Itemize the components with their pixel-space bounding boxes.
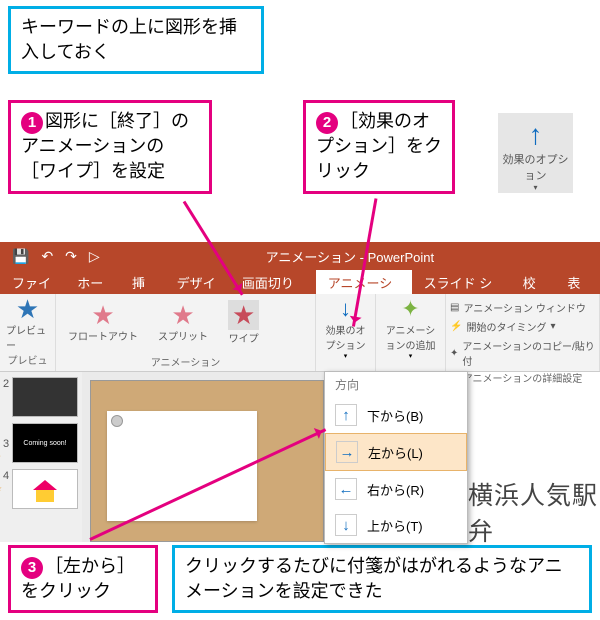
arrow-down-icon: ↓ (335, 514, 357, 536)
effect-options-button[interactable]: ↓ 効果のオプション ▾ (316, 294, 376, 371)
sticky-note-shape[interactable] (107, 411, 257, 521)
callout-step3: 3［左から］をクリック (8, 545, 158, 613)
trigger-icon: ⚡ (450, 321, 462, 332)
callout-insert-shape: キーワードの上に図形を挿入しておく (8, 6, 264, 74)
effect-options-large-button[interactable]: ↑ 効果のオプション ▾ (498, 113, 573, 193)
preview-icon[interactable]: ★ (16, 296, 39, 322)
slide-thumb-3[interactable]: 3★Coming soon! (12, 423, 78, 463)
save-icon[interactable]: 💾 (12, 248, 29, 265)
slide-thumbnails: 2 3★Coming soon! 4★ (0, 372, 82, 542)
effect-options-label: 効果のオプション (322, 322, 369, 352)
add-animation-label: アニメーションの追加 (382, 322, 439, 352)
pin-icon (111, 415, 123, 427)
arrow-left-icon: ← (335, 478, 357, 500)
step-number-2: 2 (316, 112, 338, 134)
group-label: アニメーションの詳細設定 (450, 370, 595, 385)
anim-split[interactable]: ★スプリット (158, 302, 208, 343)
callout-text: キーワードの上に図形を挿入しておく (21, 17, 237, 62)
anim-floatout[interactable]: ★フロートアウト (68, 302, 138, 343)
tab-design[interactable]: デザイン (165, 270, 230, 294)
dropdown-header: 方向 (325, 372, 467, 397)
step-number-3: 3 (21, 557, 43, 579)
callout-text: 図形に［終了］のアニメーションの［ワイプ］を設定 (21, 111, 189, 181)
dropdown-icon: ▾ (498, 183, 573, 192)
callout-step2: 2［効果のオプション］をクリック (303, 100, 455, 194)
callout-text: クリックするたびに付箋がはがれるようなアニメーションを設定できた (185, 556, 563, 601)
anim-wipe[interactable]: ★ワイプ (228, 300, 259, 345)
undo-icon[interactable]: ↶ (41, 248, 53, 265)
step-number-1: 1 (21, 112, 43, 134)
arrow-up-icon: ↑ (335, 404, 357, 426)
ribbon: ★ プレビュー プレビュー ★フロートアウト ★スプリット ★ワイプ アニメーシ… (0, 294, 600, 372)
arrow-right-icon: → (336, 441, 358, 463)
direction-from-top[interactable]: ↓上から(T) (325, 507, 467, 543)
tab-file[interactable]: ファイル (0, 270, 65, 294)
pane-icon: ▤ (450, 302, 459, 313)
direction-from-right[interactable]: ←右から(R) (325, 471, 467, 507)
quick-access-toolbar: 💾 ↶ ↷ ▷ (0, 248, 100, 265)
trigger-button[interactable]: ⚡開始のタイミング ▾ (450, 319, 595, 334)
preview-label: プレビュー (6, 322, 49, 352)
tab-home[interactable]: ホーム (65, 270, 120, 294)
ribbon-tabs: ファイル ホーム 挿入 デザイン 画面切り替え アニメーション スライド ショー… (0, 270, 600, 294)
titlebar: 💾 ↶ ↷ ▷ アニメーション - PowerPoint (0, 242, 600, 270)
group-label: アニメーション (62, 354, 309, 369)
slide-text: 横浜人気駅弁 (468, 476, 600, 548)
dropdown-icon: ▾ (409, 352, 413, 360)
effect-options-label: 効果のオプション (498, 151, 573, 183)
slide-canvas[interactable] (90, 380, 324, 542)
animation-gallery-group: ★フロートアウト ★スプリット ★ワイプ アニメーション (56, 294, 316, 371)
tab-review[interactable]: 校閲 (511, 270, 556, 294)
tab-view[interactable]: 表示 (555, 270, 600, 294)
slide-thumb-4[interactable]: 4★ (12, 469, 78, 509)
tab-insert[interactable]: 挿入 (120, 270, 165, 294)
add-animation-icon: ✦ (401, 296, 419, 322)
animation-pane-button[interactable]: ▤アニメーション ウィンドウ (450, 300, 595, 315)
add-animation-button[interactable]: ✦ アニメーションの追加 ▾ (376, 294, 446, 371)
preview-group: ★ プレビュー プレビュー (0, 294, 56, 371)
window-title: アニメーション - PowerPoint (100, 247, 600, 266)
direction-from-left[interactable]: →左から(L) (325, 433, 467, 471)
slide-thumb-2[interactable]: 2 (12, 377, 78, 417)
direction-from-bottom[interactable]: ↑下から(B) (325, 397, 467, 433)
redo-icon[interactable]: ↷ (65, 248, 77, 265)
slide-area: 2 3★Coming soon! 4★ (0, 372, 324, 542)
tab-slideshow[interactable]: スライド ショー (412, 270, 511, 294)
callout-step1: 1図形に［終了］のアニメーションの［ワイプ］を設定 (8, 100, 212, 194)
start-slideshow-icon[interactable]: ▷ (89, 248, 100, 265)
animation-painter-button[interactable]: ✦アニメーションのコピー/貼り付 (450, 338, 595, 368)
painter-icon: ✦ (450, 348, 458, 359)
advanced-animation-group: ▤アニメーション ウィンドウ ⚡開始のタイミング ▾ ✦アニメーションのコピー/… (446, 294, 600, 371)
effect-options-dropdown: 方向 ↑下から(B) →左から(L) ←右から(R) ↓上から(T) (324, 371, 468, 544)
arrow-up-icon: ↑ (498, 119, 573, 151)
callout-result: クリックするたびに付箋がはがれるようなアニメーションを設定できた (172, 545, 592, 613)
dropdown-icon: ▾ (344, 352, 348, 360)
